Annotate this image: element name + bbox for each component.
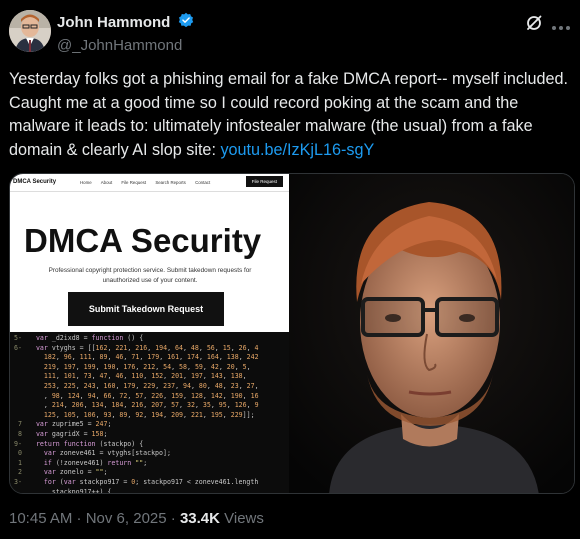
code-line: 125, 105, 106, 93, 89, 92, 194, 209, 221… <box>10 411 289 421</box>
code-line-number: 0 <box>18 449 22 458</box>
grok-icon[interactable] <box>525 14 543 32</box>
code-line-text: if (!zoneve461) return ""; <box>43 458 148 467</box>
author-display-name[interactable]: John Hammond <box>57 14 170 31</box>
tweet-metadata: 10:45 AM · Nov 6, 2025 · 33.4K Views <box>9 510 264 527</box>
site-title: DMCA Security <box>24 222 262 259</box>
code-line-number: 2 <box>18 468 22 477</box>
code-line-text: , 98, 124, 94, 66, 72, 57, 226, 159, 128… <box>28 391 259 400</box>
code-line-text: var vtyghs = [[162, 221, 216, 194, 64, 4… <box>35 343 259 352</box>
code-line: 3- for (var stackpo917 = 0; stackpo917 <… <box>10 478 289 488</box>
media-left-panel: DMCA Security Home About File Request Se… <box>10 174 289 494</box>
code-line-text: 219, 197, 199, 190, 176, 212, 54, 58, 59… <box>43 362 251 371</box>
code-line: 8 var gagridX = 158; <box>10 430 289 440</box>
code-line: 253, 225, 243, 160, 179, 229, 237, 94, 8… <box>10 382 289 392</box>
tweet-body: Yesterday folks got a phishing email for… <box>9 68 571 162</box>
code-line: 182, 96, 111, 89, 46, 71, 179, 161, 174,… <box>10 353 289 363</box>
fake-site-screenshot: DMCA Security Home About File Request Se… <box>10 174 289 332</box>
code-line: 1 if (!zoneve461) return ""; <box>10 459 289 469</box>
author-avatar[interactable] <box>9 10 51 52</box>
verified-badge-icon[interactable] <box>178 12 194 33</box>
code-line-text: , 214, 206, 134, 184, 216, 207, 57, 32, … <box>28 401 259 410</box>
tweet-link[interactable]: youtu.be/IzKjL16-sgY <box>220 141 374 159</box>
code-line: , 98, 124, 94, 66, 72, 57, 226, 159, 128… <box>10 392 289 402</box>
site-nav-item: File Request <box>121 180 147 185</box>
code-line-number: 8 <box>18 429 22 438</box>
tweet-header: John Hammond @_JohnHammond <box>9 10 571 54</box>
code-line-text: stackpo917++) { <box>28 487 112 494</box>
code-line-text: var zuprime5 = 247; <box>35 420 112 429</box>
code-line: 9- return function (stackpo) { <box>10 440 289 450</box>
site-submit-button: Submit Takedown Request <box>68 292 224 326</box>
site-file-request-button: File Request <box>245 176 283 187</box>
author-handle[interactable]: @_JohnHammond <box>57 37 194 54</box>
site-nav-item: Home <box>80 180 92 185</box>
code-line-text: 253, 225, 243, 160, 179, 229, 237, 94, 8… <box>43 381 259 390</box>
code-snippet: 5- var _d2ixd8 = function () {6- var vty… <box>10 332 289 494</box>
views-label: Views <box>219 510 264 527</box>
site-nav-item: About <box>100 180 113 185</box>
code-line: 7 var zuprime5 = 247; <box>10 420 289 430</box>
presenter-photo <box>289 174 574 493</box>
code-line-text: 182, 96, 111, 89, 46, 71, 179, 161, 174,… <box>43 353 259 362</box>
code-line: 6- var vtyghs = [[162, 221, 216, 194, 64… <box>10 344 289 354</box>
code-line: 111, 101, 73, 47, 46, 110, 152, 201, 197… <box>10 372 289 382</box>
code-line-number: 6- <box>14 343 22 352</box>
code-line-text: return function (stackpo) { <box>35 439 144 448</box>
code-line-text: 125, 105, 106, 93, 89, 92, 194, 209, 221… <box>43 410 255 419</box>
code-line: 219, 197, 199, 190, 176, 212, 54, 58, 59… <box>10 363 289 373</box>
code-line-text: var zonelo = ""; <box>43 468 108 477</box>
code-line-number: 7 <box>18 420 22 429</box>
code-line-number: 9- <box>14 439 22 448</box>
code-line-text: var zoneve461 = vtyghs[stackpo]; <box>43 449 171 458</box>
code-line: 2 var zonelo = ""; <box>10 468 289 478</box>
more-options-icon[interactable] <box>551 18 571 30</box>
code-line-text: var _d2ixd8 = function () { <box>35 334 144 342</box>
code-line: , 214, 206, 134, 184, 216, 207, 57, 32, … <box>10 401 289 411</box>
code-line: 0 var zoneve461 = vtyghs[stackpo]; <box>10 449 289 459</box>
site-divider <box>10 191 289 192</box>
site-nav-item: Contact <box>195 180 211 185</box>
site-nav: Home About File Request Search Reports C… <box>80 180 218 185</box>
media-container[interactable]: DMCA Security Home About File Request Se… <box>9 173 575 494</box>
code-line-text: var gagridX = 158; <box>35 429 108 438</box>
code-line-text: 111, 101, 73, 47, 46, 110, 152, 201, 197… <box>43 372 247 381</box>
code-line-number: 1 <box>18 458 22 467</box>
site-nav-item: Search Reports <box>155 180 186 185</box>
code-line-number: 3- <box>14 477 22 486</box>
code-line: stackpo917++) { <box>10 487 289 494</box>
code-line: 5- var _d2ixd8 = function () { <box>10 334 289 344</box>
code-line-text: for (var stackpo917 = 0; stackpo917 < zo… <box>43 477 259 486</box>
code-line-number: 5- <box>14 334 22 342</box>
site-subtitle: Professional copyright protection servic… <box>48 267 252 284</box>
site-logo: DMCA Security <box>13 179 57 185</box>
tweet-timestamp[interactable]: 10:45 AM · Nov 6, 2025 · <box>9 510 180 527</box>
views-count: 33.4K <box>179 510 220 527</box>
